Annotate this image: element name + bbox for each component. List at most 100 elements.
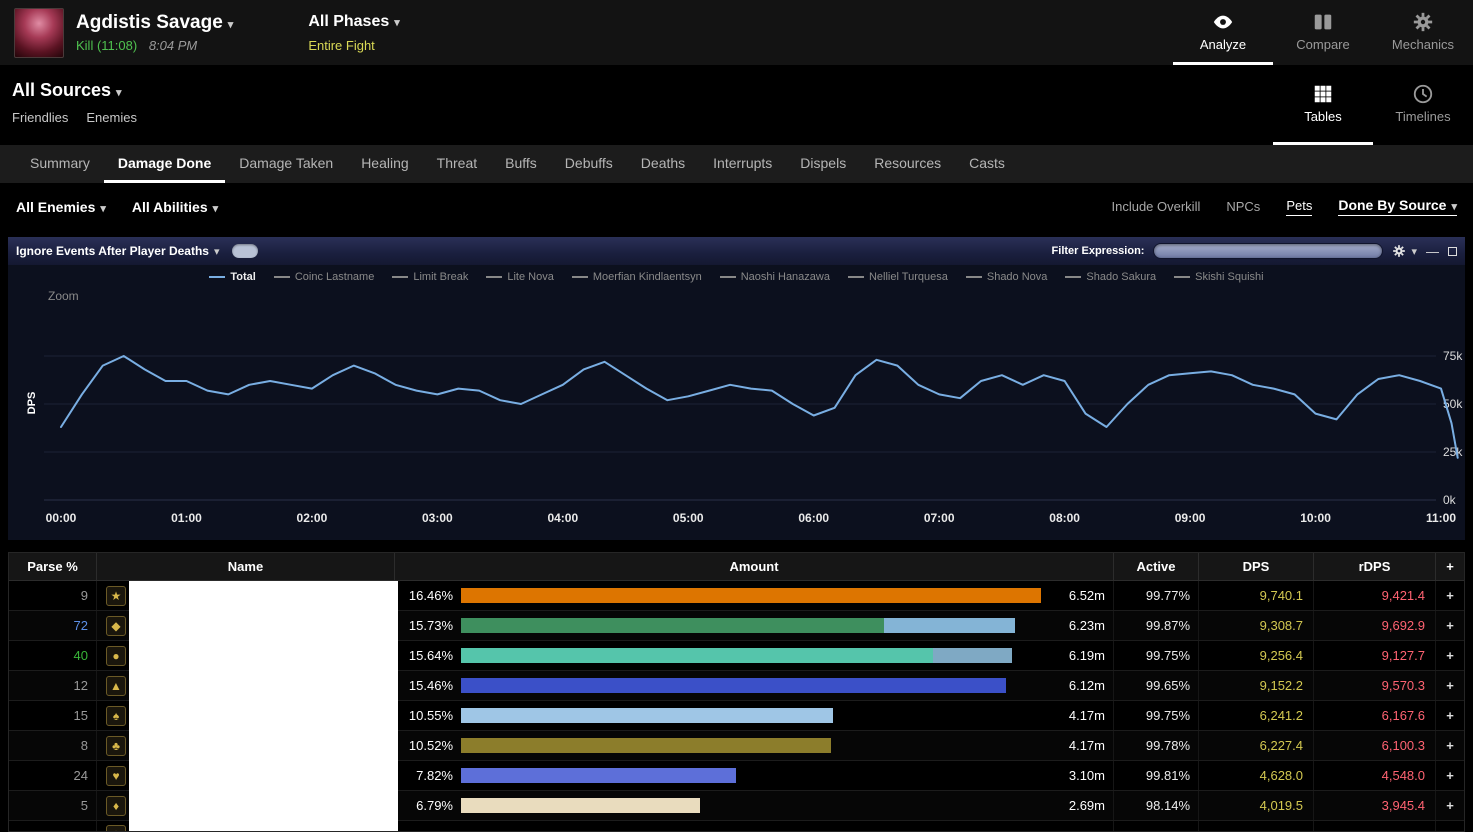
ignore-deaths-toggle[interactable] (231, 244, 258, 258)
legend-item[interactable]: Naoshi Hanazawa (719, 271, 830, 283)
column-header--[interactable]: + (1436, 553, 1464, 580)
chart-settings-dropdown[interactable]: ▾ (1392, 244, 1417, 258)
damage-percent: 15.46% (408, 678, 453, 693)
table-header-row: Parse % Name Amount Active DPS rDPS + (9, 553, 1464, 581)
amount-bar-segment (461, 738, 832, 753)
legend-item[interactable]: Nelliel Turquesa (847, 271, 948, 283)
expand-row-button[interactable]: + (1436, 641, 1464, 670)
filter-done-by-source[interactable]: Done By Source ▾ (1338, 197, 1457, 216)
y-axis-tick: 75k (1443, 349, 1463, 363)
job-icon: ♠ (106, 705, 126, 726)
column-header-active[interactable]: Active (1114, 553, 1199, 580)
expand-row-button[interactable]: + (1436, 611, 1464, 640)
tab-debuffs[interactable]: Debuffs (551, 145, 627, 183)
legend-item[interactable]: Limit Break (392, 271, 468, 283)
amount-bar-segment (884, 618, 1016, 633)
dps-chart[interactable]: 75k50k25k0k00:00 01:00 02:00 03:00 04:00 05:0… (8, 307, 1465, 540)
job-icon: ▲ (106, 675, 126, 696)
legend-item[interactable]: Coinc Lastname (273, 271, 374, 283)
view-timelines[interactable]: Timelines (1373, 65, 1473, 145)
expand-row-button[interactable]: + (1436, 701, 1464, 730)
tab-resources[interactable]: Resources (860, 145, 955, 183)
tab-deaths[interactable]: Deaths (627, 145, 699, 183)
nav-label: Compare (1296, 36, 1350, 52)
x-axis-tick: 07:00 (924, 511, 955, 525)
chart-legend: Total Coinc Lastname Limit Break Lite Nova M… (8, 271, 1465, 283)
active-percent: 99.78% (1114, 731, 1199, 760)
column-header-name[interactable]: Name (97, 553, 395, 580)
legend-item[interactable]: Moerfian Kindlaentsyn (571, 271, 702, 283)
view-tables[interactable]: Tables (1273, 65, 1373, 145)
amount-value: 6.23m (1068, 618, 1105, 633)
ignore-deaths-dropdown[interactable]: Ignore Events After Player Deaths (16, 244, 209, 258)
nav-label: Mechanics (1391, 36, 1455, 52)
column-header-rdps[interactable]: rDPS (1314, 553, 1436, 580)
legend-item[interactable]: Lite Nova (486, 271, 554, 283)
tab-healing[interactable]: Healing (347, 145, 422, 183)
expand-row-button[interactable]: + (1436, 731, 1464, 760)
phase-dropdown[interactable]: All Phases ▾ (308, 13, 399, 31)
active-percent: 98.14% (1114, 791, 1199, 820)
tab-interrupts[interactable]: Interrupts (699, 145, 786, 183)
tab-summary[interactable]: Summary (16, 145, 104, 183)
amount-cell: 6.79% 2.69m (395, 791, 1114, 820)
filter-expression-input[interactable] (1153, 243, 1384, 259)
x-axis-tick: 04:00 (547, 511, 578, 525)
rdps-value: 4,548.0 (1314, 761, 1436, 790)
nav-compare[interactable]: Compare (1273, 0, 1373, 65)
legend-item[interactable]: Skishi Squishi (1174, 271, 1264, 283)
job-icon: ♣ (106, 735, 126, 756)
filter-all-abilities[interactable]: All Abilities ▾ (132, 199, 218, 215)
boss-title-dropdown[interactable]: Agdistis Savage ▾ (76, 12, 233, 34)
filter-npcs[interactable]: NPCs (1226, 199, 1260, 214)
column-header-parse-[interactable]: Parse % (9, 553, 97, 580)
nav-analyze[interactable]: Analyze (1173, 0, 1273, 65)
filter-pets[interactable]: Pets (1286, 198, 1313, 216)
legend-item[interactable]: Total (209, 271, 256, 283)
job-icon: ★ (106, 585, 126, 606)
expand-row-button[interactable]: + (1436, 761, 1464, 790)
expand-row-button[interactable]: + (1436, 791, 1464, 820)
boss-name: Agdistis Savage (76, 12, 223, 33)
amount-bar (461, 738, 1041, 753)
tab-dispels[interactable]: Dispels (786, 145, 860, 183)
minimize-icon[interactable]: — (1426, 245, 1439, 258)
legend-swatch (571, 276, 588, 278)
sources-link-friendlies[interactable]: Friendlies (12, 110, 68, 125)
grid-icon (1312, 83, 1334, 105)
legend-item[interactable]: Shado Sakura (1065, 271, 1156, 283)
legend-item[interactable]: Shado Nova (965, 271, 1047, 283)
graph-panel: Ignore Events After Player Deaths ▾ Filt… (8, 237, 1465, 540)
nav-mechanics[interactable]: Mechanics (1373, 0, 1473, 65)
kill-status-link[interactable]: Kill (11:08) (76, 38, 137, 53)
filter-include-overkill[interactable]: Include Overkill (1111, 199, 1200, 214)
x-axis-tick: 08:00 (1049, 511, 1080, 525)
damage-percent: 10.52% (408, 738, 453, 753)
amount-cell: 10.55% 4.17m (395, 701, 1114, 730)
active-percent: 99.75% (1114, 701, 1199, 730)
tab-damage-done[interactable]: Damage Done (103, 145, 226, 183)
tab-threat[interactable]: Threat (423, 145, 491, 183)
tab-casts[interactable]: Casts (955, 145, 1019, 183)
expand-row-button[interactable]: + (1436, 671, 1464, 700)
column-header-dps[interactable]: DPS (1199, 553, 1314, 580)
parse-percent: 40 (9, 641, 97, 670)
tab-buffs[interactable]: Buffs (491, 145, 551, 183)
filter-all-enemies[interactable]: All Enemies ▾ (16, 199, 106, 215)
rdps-value: 9,127.7 (1314, 641, 1436, 670)
amount-bar-segment (461, 678, 1007, 693)
amount-cell: 16.46% 6.52m (395, 581, 1114, 610)
tab-damage-taken[interactable]: Damage Taken (225, 145, 347, 183)
amount-bar-segment (461, 648, 933, 663)
maximize-icon[interactable] (1448, 246, 1457, 256)
amount-value: 4.17m (1068, 708, 1105, 723)
dps-value: 9,308.7 (1199, 611, 1314, 640)
job-icon: ♥ (106, 765, 126, 786)
sources-dropdown[interactable]: All Sources ▾ (12, 80, 137, 101)
sources-link-enemies[interactable]: Enemies (86, 110, 137, 125)
report-tabs: Summary Damage Done Damage Taken Healing Thr… (0, 145, 1473, 183)
amount-cell: 7.82% 3.10m (395, 761, 1114, 790)
active-percent: 99.77% (1114, 581, 1199, 610)
expand-row-button[interactable]: + (1436, 581, 1464, 610)
column-header-amount[interactable]: Amount (395, 553, 1114, 580)
